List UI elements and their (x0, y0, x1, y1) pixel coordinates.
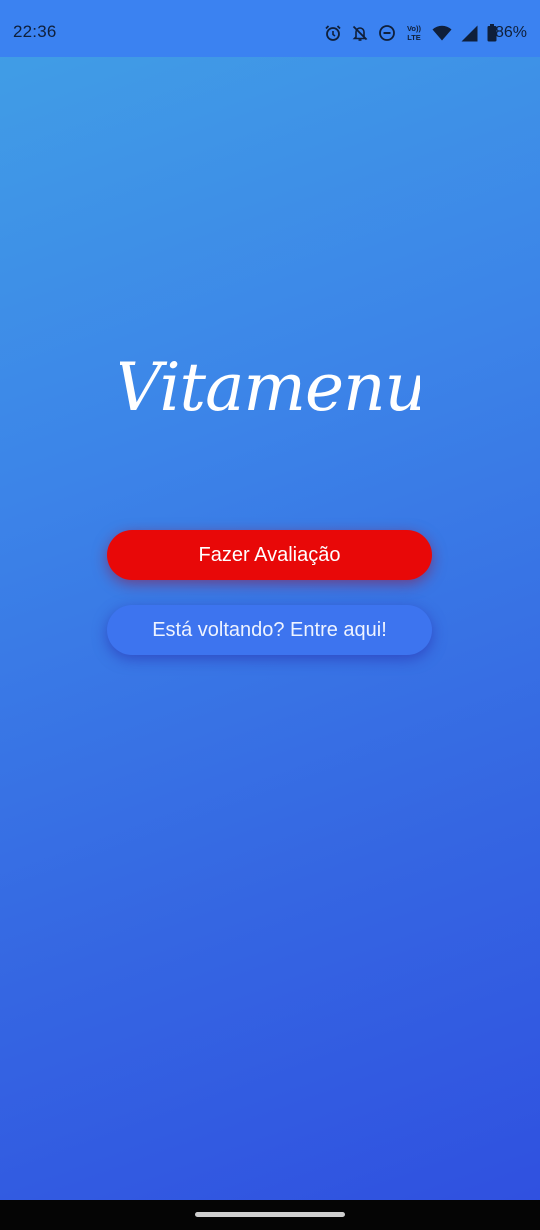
volte-top-label: Vo)) (407, 24, 422, 33)
cell-signal-icon (461, 25, 478, 42)
home-gesture-handle[interactable] (195, 1212, 345, 1217)
battery-indicator: 86% (487, 24, 527, 42)
volte-bottom-label: LTE (407, 33, 421, 42)
status-bar: 22:36 Vo)) LTE 86% (0, 0, 540, 57)
alarm-icon (324, 24, 342, 42)
app-logo: Vitamenu (0, 325, 540, 435)
status-time: 22:36 (13, 22, 57, 41)
volte-icon: Vo)) LTE (405, 23, 423, 43)
system-navigation-bar (0, 1200, 540, 1230)
wifi-icon (432, 25, 452, 41)
returning-user-login-button[interactable]: Está voltando? Entre aqui! (107, 605, 432, 655)
app-screen: 22:36 Vo)) LTE 86% Vitamenu Fazer Avalia… (0, 0, 540, 1230)
status-icons: Vo)) LTE 86% (324, 21, 527, 45)
do-not-disturb-icon (378, 24, 396, 42)
battery-percent: 86% (494, 24, 527, 41)
notifications-off-icon (351, 24, 369, 42)
start-evaluation-button[interactable]: Fazer Avaliação (107, 530, 432, 580)
logo-wordmark: Vitamenu (120, 349, 420, 426)
